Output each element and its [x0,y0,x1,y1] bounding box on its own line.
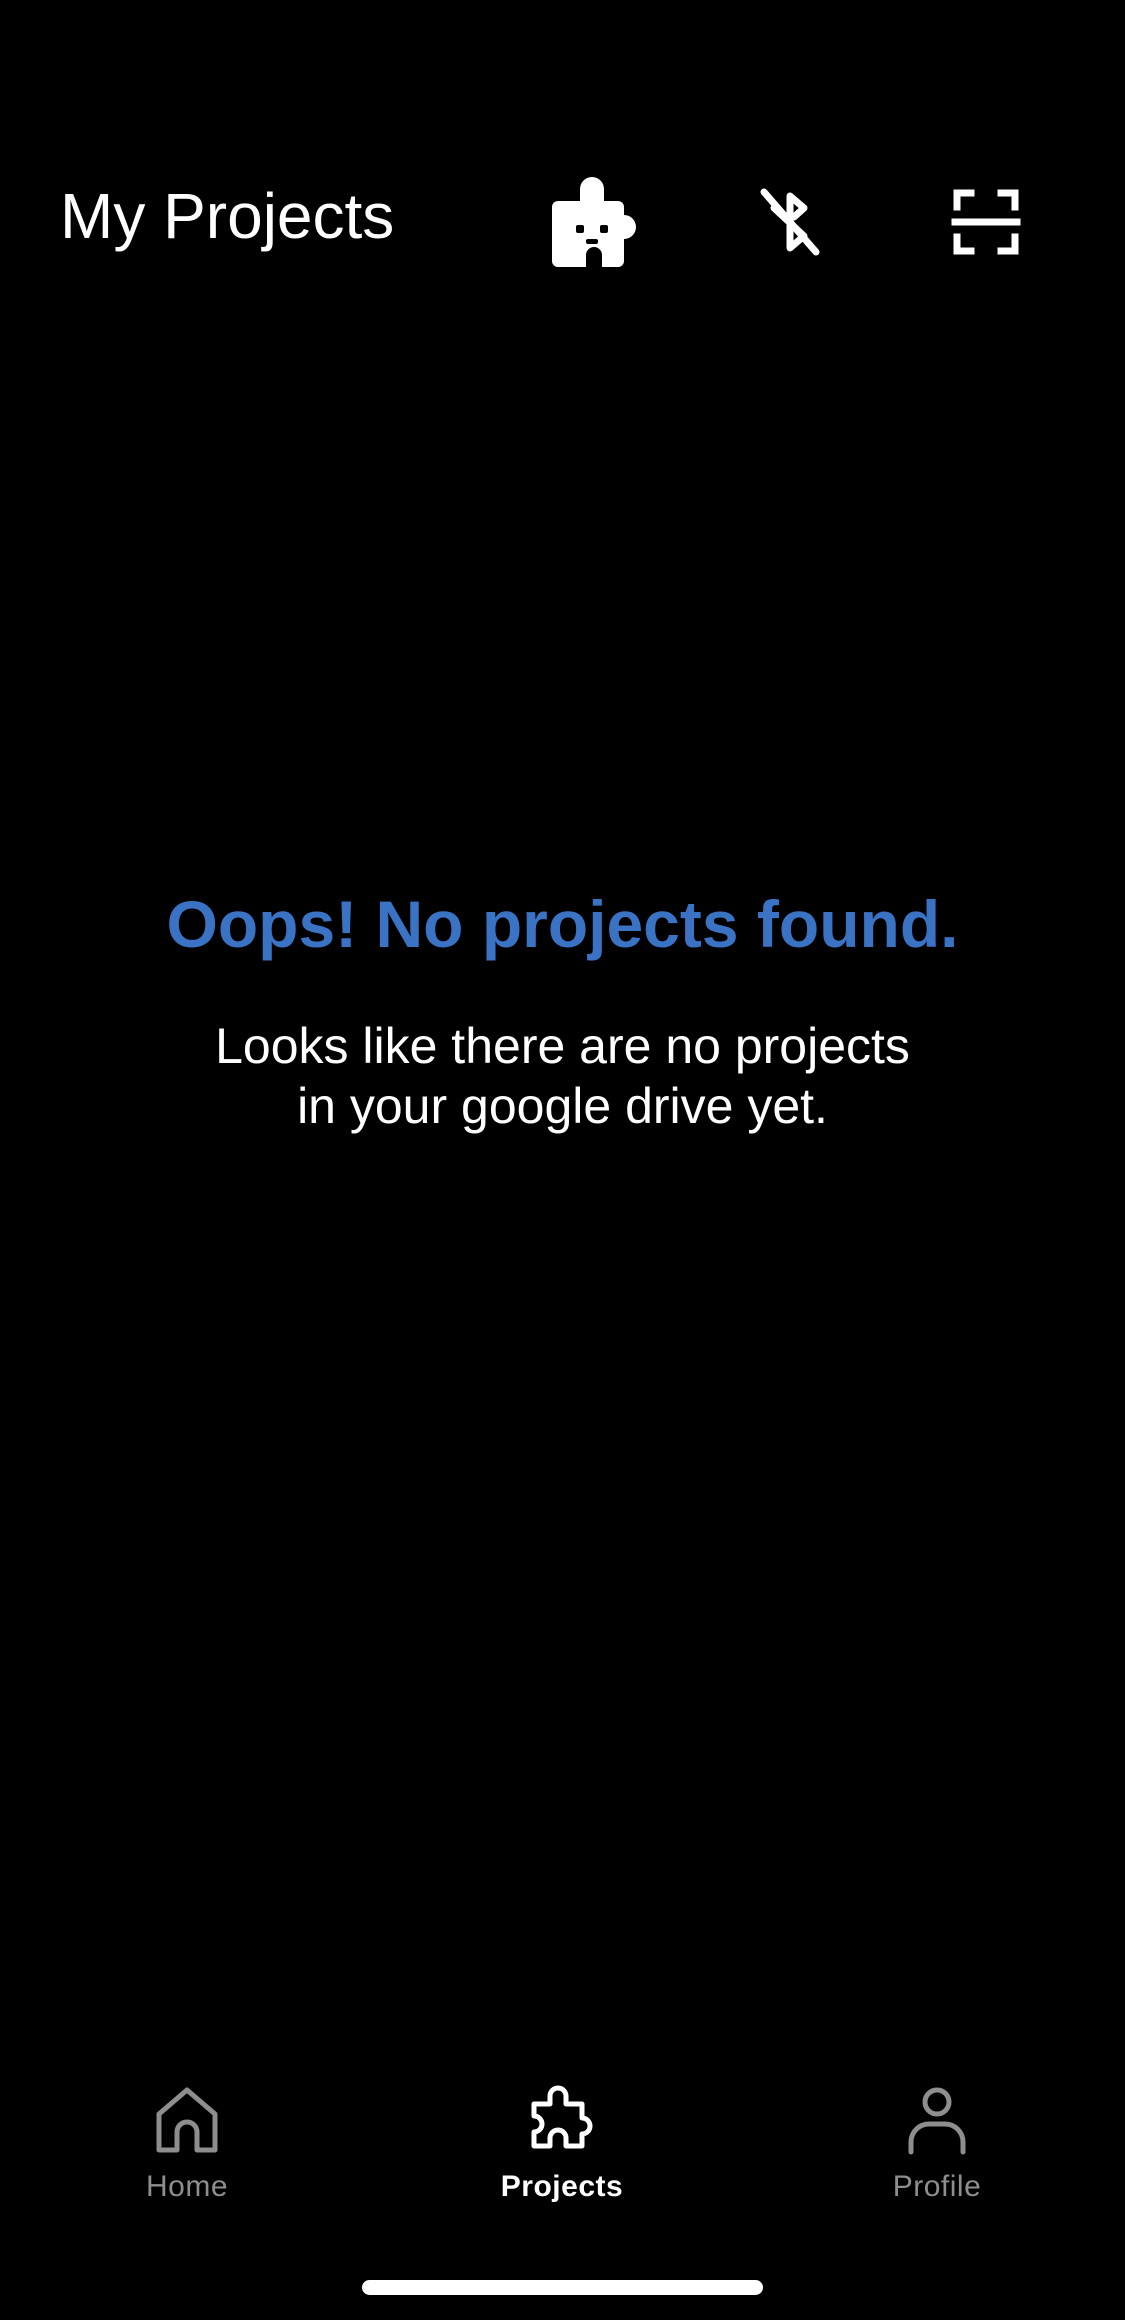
bluetooth-button[interactable] [738,170,842,274]
empty-state-message: Looks like there are no projects in your… [113,1016,1013,1136]
home-indicator [362,2280,763,2295]
bluetooth-off-icon [750,182,830,262]
empty-state-message-line2: in your google drive yet. [297,1078,828,1134]
empty-state-message-line1: Looks like there are no projects [215,1018,910,1074]
header-bar: My Projects [0,150,1125,280]
bottom-tab-bar: Home Projects Profile [0,2080,1125,2230]
empty-state: Oops! No projects found. Looks like ther… [0,880,1125,1136]
tab-home-label: Home [145,2170,229,2203]
empty-state-title: Oops! No projects found. [166,887,959,961]
person-icon [897,2080,977,2160]
robot-puzzle-button[interactable] [543,170,647,274]
puzzle-icon [522,2080,602,2160]
scan-button[interactable] [934,170,1038,274]
tab-profile[interactable]: Profile [787,2080,1087,2230]
page-title: My Projects [60,180,395,252]
tab-home[interactable]: Home [37,2080,337,2230]
robot-puzzle-icon [548,175,642,269]
tab-projects[interactable]: Projects [412,2080,712,2230]
home-icon [147,2080,227,2160]
tab-profile-label: Profile [892,2170,982,2203]
scan-frame-icon [951,187,1021,257]
tab-projects-label: Projects [500,2170,624,2203]
